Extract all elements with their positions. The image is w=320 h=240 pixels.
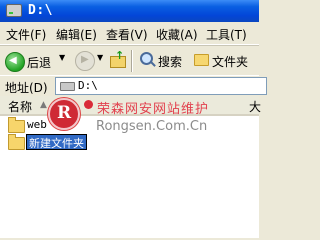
menu-favorites[interactable]: 收藏(A) [156, 26, 198, 43]
address-bar: 地址(D) D:\ [0, 75, 267, 96]
menu-tools[interactable]: 工具(T) [206, 26, 247, 43]
drive-icon [60, 82, 75, 91]
toolbar: 后退 ▼ ▼ ↑ 搜索 文件夹 [0, 45, 259, 76]
sort-ascending-icon: ▲ [40, 100, 47, 110]
watermark-text-en: Rongsen.Com.Cn [96, 119, 208, 134]
menu-file[interactable]: 文件(F) [6, 26, 46, 43]
address-label: 地址(D) [5, 81, 48, 95]
address-input[interactable]: D:\ [55, 77, 267, 95]
drive-icon [6, 4, 22, 17]
watermark-text-cn: 荣森网安网站维护 [97, 102, 210, 117]
watermark-logo [48, 98, 80, 130]
search-icon[interactable] [140, 52, 153, 65]
address-value: D:\ [78, 79, 98, 92]
up-arrow-icon: ↑ [115, 49, 125, 62]
menu-edit[interactable]: 编辑(E) [56, 26, 97, 43]
window-title: D:\ [28, 3, 53, 18]
menu-bar: 文件(F) 编辑(E) 查看(V) 收藏(A) 工具(T) [0, 22, 259, 45]
file-name: web [27, 118, 47, 131]
up-folder-button[interactable]: ↑ [110, 49, 126, 68]
back-label: 后退 [27, 56, 52, 70]
column-name[interactable]: 名称 [8, 98, 32, 115]
column-size[interactable]: 大 [249, 98, 261, 115]
file-list[interactable]: 名称 ▲ 大 web 新建文件夹 [0, 96, 261, 238]
folder-icon [8, 117, 25, 133]
back-arrow-icon [5, 52, 25, 72]
forward-dropdown-icon[interactable]: ▼ [97, 53, 103, 62]
folders-icon[interactable] [194, 54, 209, 66]
folders-button[interactable]: 文件夹 [212, 53, 248, 70]
forward-button[interactable] [75, 51, 95, 71]
toolbar-separator [131, 50, 133, 72]
rename-input[interactable]: 新建文件夹 [26, 134, 87, 150]
search-button[interactable]: 搜索 [158, 53, 182, 70]
folder-icon [8, 134, 25, 150]
back-dropdown-icon[interactable]: ▼ [59, 53, 65, 62]
title-bar: D:\ [0, 0, 259, 22]
watermark-dot [84, 100, 93, 109]
menu-view[interactable]: 查看(V) [106, 26, 148, 43]
